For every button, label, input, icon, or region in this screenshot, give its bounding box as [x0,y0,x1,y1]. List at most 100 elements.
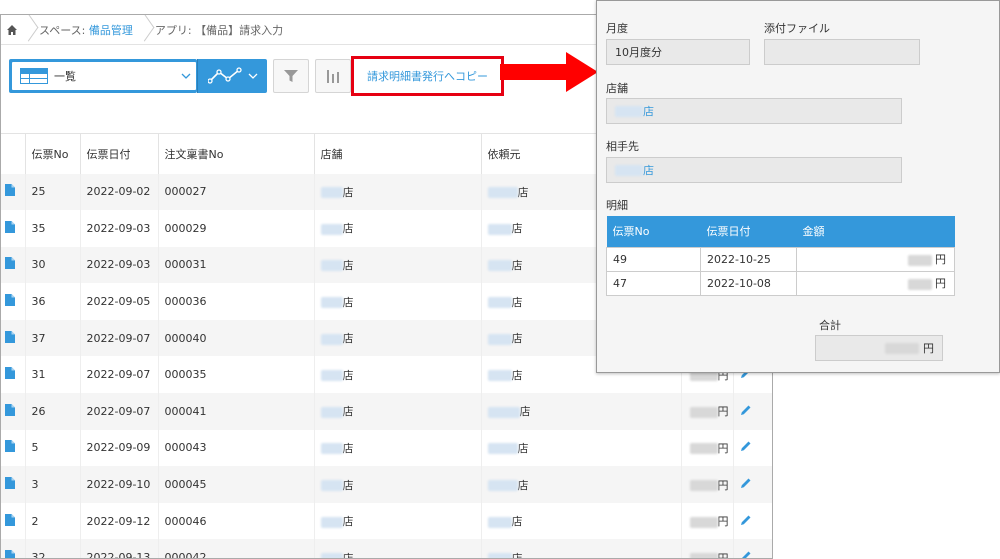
pencil-edit-icon[interactable] [740,477,752,489]
cell-order-no: 000046 [158,502,315,540]
record-detail-cell[interactable] [1,466,26,503]
record-detail-cell[interactable] [1,356,26,394]
cell-shop[interactable]: 店 [314,429,482,467]
filter-button[interactable] [273,59,309,93]
cell-edit[interactable] [733,393,772,430]
cell-order-no: 000042 [158,539,315,558]
table-row[interactable]: 3 2022-09-10 000045 店 店 円 [1,466,772,503]
shop-field[interactable]: 店 [606,98,902,124]
table-row[interactable]: 2 2022-09-12 000046 店 店 円 [1,502,772,540]
table-row[interactable]: 5 2022-09-09 000043 店 店 円 [1,429,772,467]
detail-no: 47 [606,270,701,296]
month-field[interactable]: 10月度分 [606,39,750,65]
cell-shop[interactable]: 店 [314,246,482,284]
record-detail-cell[interactable] [1,393,26,430]
copy-to-invoice-button[interactable]: 請求明細書発行へコピー [351,56,504,96]
column-header[interactable]: 店舗 [314,133,482,174]
partner-label: 相手先 [606,140,639,153]
cell-requester[interactable]: 店 [481,393,682,430]
record-detail-cell[interactable] [1,319,26,357]
redacted-text [320,553,343,558]
cell-shop[interactable]: 店 [314,210,482,247]
cell-edit[interactable] [733,429,772,467]
document-icon[interactable] [5,403,15,416]
cell-slip-date: 2022-09-13 [80,539,159,558]
cell-shop[interactable]: 店 [314,393,482,430]
redacted-text [615,164,643,176]
record-detail-cell[interactable] [1,210,26,247]
redacted-text [487,333,512,345]
view-selector[interactable]: 一覧 [9,59,197,93]
requester-suffix: 店 [511,332,523,346]
document-icon[interactable] [5,330,15,343]
partner-suffix: 店 [643,164,654,177]
document-icon[interactable] [5,294,15,307]
breadcrumb-space-name[interactable]: 備品管理 [89,24,133,37]
requester-suffix: 店 [519,405,531,419]
cell-edit[interactable] [733,502,772,540]
cell-shop[interactable]: 店 [314,502,482,540]
cell-order-no: 000045 [158,466,315,503]
cell-shop[interactable]: 店 [314,356,482,394]
attachment-field[interactable] [764,39,920,65]
document-icon[interactable] [5,550,15,559]
breadcrumb-space[interactable]: スペース: 備品管理 [35,22,139,38]
cell-shop[interactable]: 店 [314,283,482,320]
column-header[interactable]: 伝票日付 [80,133,159,174]
document-icon[interactable] [5,220,15,233]
requester-suffix: 店 [517,478,529,492]
table-row[interactable]: 32 2022-09-13 000042 店 店 円 [1,539,772,559]
cell-order-no: 000036 [158,283,315,320]
cell-order-no: 000029 [158,210,315,247]
detail-no: 49 [606,246,701,272]
cell-amount: 円 [681,466,734,503]
cell-requester[interactable]: 店 [481,539,682,559]
record-detail-cell[interactable] [1,539,26,559]
cell-requester[interactable]: 店 [481,502,682,540]
detail-date: 2022-10-08 [700,270,797,296]
table-row[interactable]: 26 2022-09-07 000041 店 店 円 [1,393,772,430]
cell-order-no: 000031 [158,246,315,284]
cell-requester[interactable]: 店 [481,429,682,467]
document-icon[interactable] [5,257,15,270]
record-detail-cell[interactable] [1,246,26,284]
cell-edit[interactable] [733,466,772,503]
redacted-text [487,406,520,418]
amount-unit: 円 [717,551,729,559]
cell-edit[interactable] [733,539,772,559]
cell-amount: 円 [681,393,734,430]
document-icon[interactable] [5,367,15,380]
total-field[interactable]: 円 [815,335,943,361]
column-header[interactable]: 伝票No [25,133,81,174]
graph-button[interactable] [197,59,267,93]
redacted-text [487,516,512,528]
document-icon[interactable] [5,513,15,526]
graph-chart-button[interactable] [315,59,351,93]
cell-shop[interactable]: 店 [314,319,482,357]
pencil-edit-icon[interactable] [740,440,752,452]
document-icon[interactable] [5,440,15,453]
document-icon[interactable] [5,477,15,490]
cell-slip-date: 2022-09-02 [80,173,159,211]
table-view-icon [20,68,48,84]
pencil-edit-icon[interactable] [740,550,752,559]
detail-date: 2022-10-25 [700,246,797,272]
cell-shop[interactable]: 店 [314,466,482,503]
pencil-edit-icon[interactable] [740,404,752,416]
invoice-form-preview: 月度 10月度分 添付ファイル 店舗 店 相手先 店 明細 伝票No 伝票日付 … [596,0,1000,373]
record-detail-cell[interactable] [1,429,26,467]
record-detail-cell[interactable] [1,173,26,211]
cell-shop[interactable]: 店 [314,173,482,211]
requester-suffix: 店 [511,551,523,559]
column-header[interactable]: 注文稟書No [158,133,315,174]
partner-field[interactable]: 店 [606,157,902,183]
requester-suffix: 店 [511,515,523,529]
document-icon[interactable] [5,184,15,197]
shop-suffix: 店 [342,258,354,272]
cell-requester[interactable]: 店 [481,466,682,503]
record-detail-cell[interactable] [1,502,26,540]
total-label: 合計 [819,319,841,332]
pencil-edit-icon[interactable] [740,514,752,526]
cell-shop[interactable]: 店 [314,539,482,558]
record-detail-cell[interactable] [1,283,26,320]
